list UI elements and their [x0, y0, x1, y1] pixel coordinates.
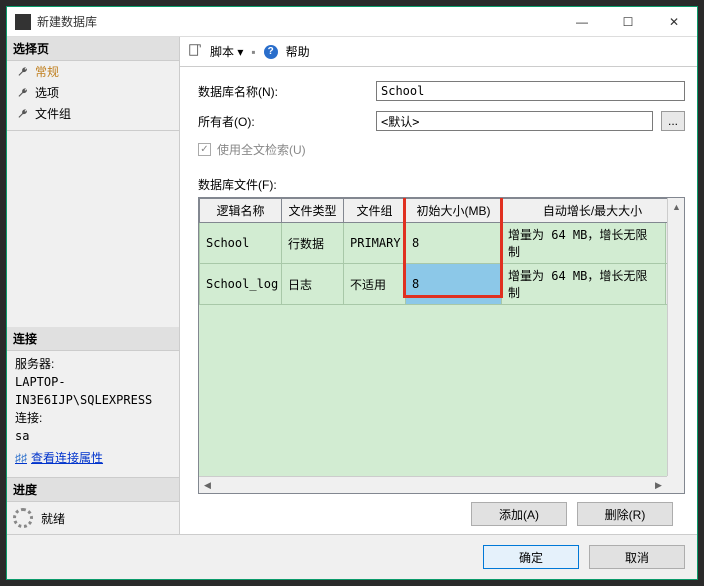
horizontal-scrollbar[interactable]: ◀ ▶ [199, 476, 667, 493]
wrench-icon [17, 87, 29, 99]
cell-file-type[interactable]: 日志 [282, 264, 344, 305]
sidebar-page-filegroups[interactable]: 文件组 [7, 103, 179, 124]
col-logical-name[interactable]: 逻辑名称 [200, 199, 282, 223]
scroll-corner [667, 476, 684, 493]
table-row[interactable]: School_log 日志 不适用 8 增量为 64 MB，增长无限制 … [200, 264, 684, 305]
cell-filegroup[interactable]: 不适用 [344, 264, 406, 305]
vertical-scrollbar[interactable]: ▲ [667, 198, 684, 476]
sidebar-page-options[interactable]: 选项 [7, 82, 179, 103]
cell-logical-name[interactable]: School [200, 223, 282, 264]
connection-label: 连接: [15, 409, 171, 427]
view-connection-properties-link[interactable]: ♯♯ 查看连接属性 [15, 449, 103, 467]
owner-browse-button[interactable]: ... [661, 111, 685, 131]
col-filegroup[interactable]: 文件组 [344, 199, 406, 223]
files-grid[interactable]: 逻辑名称 文件类型 文件组 初始大小(MB) 自动增长/最大大小 School … [199, 198, 684, 305]
owner-label: 所有者(O): [198, 113, 368, 130]
wrench-icon [17, 66, 29, 78]
window-title: 新建数据库 [37, 13, 559, 30]
toolbar-separator: ▪ [251, 45, 255, 59]
script-dropdown[interactable]: 脚本 ▾ [210, 43, 243, 60]
connection-value: sa [15, 427, 171, 445]
chevron-down-icon: ▾ [237, 45, 243, 59]
sidebar: 选择页 常规 选项 文件组 连接 服务器: L [7, 37, 180, 534]
select-page-header: 选择页 [7, 37, 179, 61]
server-value: LAPTOP-IN3E6IJP\SQLEXPRESS [15, 373, 171, 409]
scroll-right-icon[interactable]: ▶ [650, 477, 667, 494]
remove-button[interactable]: 删除(R) [577, 502, 673, 526]
col-initial-size[interactable]: 初始大小(MB) [406, 199, 502, 223]
sidebar-page-label: 选项 [35, 84, 59, 101]
cell-initial-size[interactable]: 8 [406, 264, 502, 305]
wrench-icon [17, 108, 29, 120]
sidebar-page-general[interactable]: 常规 [7, 61, 179, 82]
dbname-input[interactable] [376, 81, 685, 101]
cell-file-type[interactable]: 行数据 [282, 223, 344, 264]
fulltext-label: 使用全文检索(U) [217, 141, 306, 158]
cell-logical-name[interactable]: School_log [200, 264, 282, 305]
title-bar: 新建数据库 — ☐ ✕ [7, 7, 697, 37]
files-label: 数据库文件(F): [198, 176, 685, 193]
scroll-up-icon[interactable]: ▲ [668, 198, 685, 215]
close-button[interactable]: ✕ [651, 7, 697, 37]
fulltext-checkbox: ✓ [198, 143, 211, 156]
server-label: 服务器: [15, 355, 171, 373]
script-icon [188, 43, 202, 60]
progress-spinner-icon [13, 508, 33, 528]
col-autogrowth[interactable]: 自动增长/最大大小 [502, 199, 684, 223]
scroll-left-icon[interactable]: ◀ [199, 477, 216, 494]
help-icon: ? [264, 45, 278, 59]
sidebar-page-label: 常规 [35, 63, 59, 80]
table-row[interactable]: School 行数据 PRIMARY 8 增量为 64 MB，增长无限制 … [200, 223, 684, 264]
cell-initial-size[interactable]: 8 [406, 223, 502, 264]
cell-filegroup[interactable]: PRIMARY [344, 223, 406, 264]
maximize-button[interactable]: ☐ [605, 7, 651, 37]
add-button[interactable]: 添加(A) [471, 502, 567, 526]
minimize-button[interactable]: — [559, 7, 605, 37]
help-button[interactable]: 帮助 [286, 43, 310, 60]
files-grid-container: 逻辑名称 文件类型 文件组 初始大小(MB) 自动增长/最大大小 School … [198, 197, 685, 494]
link-icon: ♯♯ [15, 449, 27, 467]
app-icon [15, 14, 31, 30]
dialog-footer: 确定 取消 [7, 534, 697, 579]
progress-status: 就绪 [41, 510, 65, 527]
cancel-button[interactable]: 取消 [589, 545, 685, 569]
progress-header: 进度 [7, 478, 179, 502]
owner-input[interactable] [376, 111, 653, 131]
sidebar-page-label: 文件组 [35, 105, 71, 122]
toolbar: 脚本 ▾ ▪ ? 帮助 [180, 37, 697, 67]
main-panel: 脚本 ▾ ▪ ? 帮助 数据库名称(N): 所有者(O): ... ✓ 使用全文… [180, 37, 697, 534]
dbname-label: 数据库名称(N): [198, 83, 368, 100]
ok-button[interactable]: 确定 [483, 545, 579, 569]
cell-autogrowth[interactable]: 增量为 64 MB，增长无限制 [502, 264, 666, 305]
new-database-dialog: 新建数据库 — ☐ ✕ 选择页 常规 选项 文件组 [6, 6, 698, 580]
col-file-type[interactable]: 文件类型 [282, 199, 344, 223]
connection-header: 连接 [7, 327, 179, 351]
cell-autogrowth[interactable]: 增量为 64 MB，增长无限制 [502, 223, 666, 264]
